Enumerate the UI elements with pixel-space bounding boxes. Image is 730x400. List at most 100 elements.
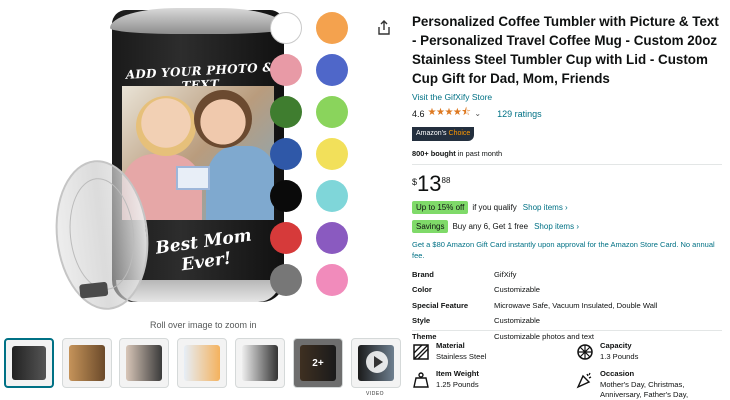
thumbnail-2[interactable] bbox=[62, 338, 112, 388]
divider bbox=[412, 163, 722, 165]
material-icon bbox=[413, 344, 429, 360]
badge-prefix: Amazon's bbox=[416, 130, 447, 137]
feature-occasion: Occasion Mother's Day, Christmas, Annive… bbox=[576, 369, 726, 399]
feature-key: Occasion bbox=[600, 369, 635, 378]
store-card-offer[interactable]: Get a $80 Amazon Gift Card instantly upo… bbox=[412, 239, 722, 261]
weight-icon bbox=[413, 372, 429, 388]
color-swatch[interactable] bbox=[270, 180, 302, 212]
thumbnail-5-image bbox=[242, 345, 278, 381]
feature-value: 1.3 Pounds bbox=[600, 351, 639, 361]
spec-row: Color Customizable bbox=[412, 282, 722, 298]
thumbnail-6[interactable]: 2+ bbox=[293, 338, 343, 388]
color-swatch[interactable] bbox=[316, 222, 348, 254]
thumbnail-2-image bbox=[69, 345, 105, 381]
photo-face-daughter bbox=[194, 90, 252, 148]
spec-value: Customizable bbox=[494, 316, 541, 326]
feature-key: Capacity bbox=[600, 341, 632, 350]
lid-tab bbox=[79, 281, 109, 299]
rating-value: 4.6 bbox=[412, 108, 425, 119]
feature-occasion-text: Occasion Mother's Day, Christmas, Annive… bbox=[600, 369, 725, 400]
chevron-down-icon[interactable]: ⌄ bbox=[474, 109, 481, 118]
thumbnail-more-count: 2+ bbox=[294, 339, 342, 387]
color-swatch[interactable] bbox=[316, 180, 348, 212]
play-icon bbox=[366, 351, 388, 373]
product-details: Personalized Coffee Tumbler with Picture… bbox=[412, 12, 722, 344]
badge-choice: Choice bbox=[448, 130, 471, 137]
spec-key: Color bbox=[412, 285, 432, 295]
spec-value: Microwave Safe, Vacuum Insulated, Double… bbox=[494, 300, 658, 310]
spec-value: Customizable bbox=[494, 285, 541, 295]
tumbler-photo bbox=[122, 86, 274, 220]
share-icon[interactable] bbox=[376, 20, 392, 36]
thumbnail-4[interactable] bbox=[177, 338, 227, 388]
photo-person-daughter bbox=[206, 146, 274, 220]
discount-badge: Up to 15% off bbox=[412, 200, 469, 214]
thumbnail-video[interactable] bbox=[351, 338, 401, 388]
store-link[interactable]: Visit the GifXify Store bbox=[412, 92, 722, 102]
spec-key: Special Feature bbox=[412, 300, 469, 310]
color-swatch[interactable] bbox=[316, 138, 348, 170]
color-swatch[interactable] bbox=[270, 264, 302, 296]
color-swatch[interactable] bbox=[316, 96, 348, 128]
feature-item-weight: Item Weight 1.25 Pounds bbox=[412, 369, 562, 399]
color-swatch[interactable] bbox=[270, 138, 302, 170]
feature-capacity: Capacity 1.3 Pounds bbox=[576, 341, 726, 371]
video-label: VIDEO bbox=[366, 391, 385, 397]
color-swatch[interactable] bbox=[316, 54, 348, 86]
tumbler-rim bbox=[110, 8, 286, 34]
color-swatch[interactable] bbox=[316, 264, 348, 296]
color-swatch[interactable] bbox=[316, 12, 348, 44]
feature-capacity-text: Capacity 1.3 Pounds bbox=[600, 341, 638, 362]
zoom-hint: Roll over image to zoom in bbox=[150, 320, 257, 330]
product-title: Personalized Coffee Tumbler with Picture… bbox=[412, 14, 719, 86]
thumbnail-1[interactable] bbox=[4, 338, 54, 388]
bought-count: 800+ bought bbox=[412, 148, 456, 158]
savings-promo: Savings Buy any 6, Get 1 free Shop items… bbox=[412, 219, 722, 233]
star-rating-icon[interactable]: ★★★★⯪ bbox=[428, 105, 471, 122]
feature-material: Material Stainless Steel bbox=[412, 341, 562, 371]
capacity-icon bbox=[577, 344, 593, 360]
lid-inner bbox=[64, 174, 140, 294]
rating-row: 4.6 ★★★★⯪ ⌄ 129 ratings bbox=[412, 105, 722, 122]
feature-item-weight-text: Item Weight 1.25 Pounds bbox=[436, 369, 479, 390]
photo-face-mom bbox=[136, 96, 196, 156]
feature-key: Material bbox=[436, 341, 465, 350]
main-product-image[interactable]: ADD YOUR PHOTO & TEXT Best Mom Ever! bbox=[30, 0, 286, 320]
spec-row: Style Customizable bbox=[412, 313, 722, 329]
discount-shop-link[interactable]: Shop items › bbox=[523, 203, 568, 212]
spec-key: Style bbox=[412, 316, 431, 326]
tumbler-base bbox=[116, 280, 280, 302]
price-whole: 13 bbox=[417, 170, 442, 196]
savings-shop-link[interactable]: Shop items › bbox=[534, 222, 579, 231]
color-swatch[interactable] bbox=[270, 54, 302, 86]
color-swatch[interactable] bbox=[270, 222, 302, 254]
savings-badge: Savings bbox=[412, 219, 449, 233]
feature-value: Stainless Steel bbox=[436, 351, 487, 361]
spec-row: Brand GifXify bbox=[412, 267, 722, 283]
feature-key: Item Weight bbox=[436, 369, 479, 378]
savings-text: Buy any 6, Get 1 free bbox=[452, 221, 529, 231]
occasion-icon bbox=[576, 372, 592, 389]
discount-promo: Up to 15% off if you qualify Shop items … bbox=[412, 200, 722, 214]
feature-value: 1.25 Pounds bbox=[436, 379, 479, 389]
amazons-choice-badge: Amazon's Choice bbox=[412, 126, 475, 141]
bought-period: in past month bbox=[455, 148, 503, 158]
photo-gift-box bbox=[176, 166, 210, 190]
feature-grid: Material Stainless Steel Capacity 1.3 Po… bbox=[412, 330, 722, 399]
color-swatch[interactable] bbox=[270, 12, 302, 44]
rating-count-link[interactable]: 129 ratings bbox=[497, 109, 542, 119]
discount-text: if you qualify bbox=[472, 202, 517, 212]
thumbnail-3[interactable] bbox=[119, 338, 169, 388]
thumbnail-1-image bbox=[12, 346, 46, 380]
color-swatch[interactable] bbox=[270, 96, 302, 128]
feature-value: Mother's Day, Christmas, Anniversary, Fa… bbox=[600, 379, 689, 400]
thumbnail-4-image bbox=[184, 345, 220, 381]
spec-value: GifXify bbox=[494, 269, 517, 279]
thumbnail-3-image bbox=[126, 345, 162, 381]
price-fraction: 88 bbox=[441, 175, 451, 185]
thumbnail-5[interactable] bbox=[235, 338, 285, 388]
spec-key: Brand bbox=[412, 269, 434, 279]
bought-in-past-month: 800+ bought in past month bbox=[412, 149, 722, 158]
feature-material-text: Material Stainless Steel bbox=[436, 341, 486, 362]
price: $ 13 88 bbox=[412, 170, 722, 196]
